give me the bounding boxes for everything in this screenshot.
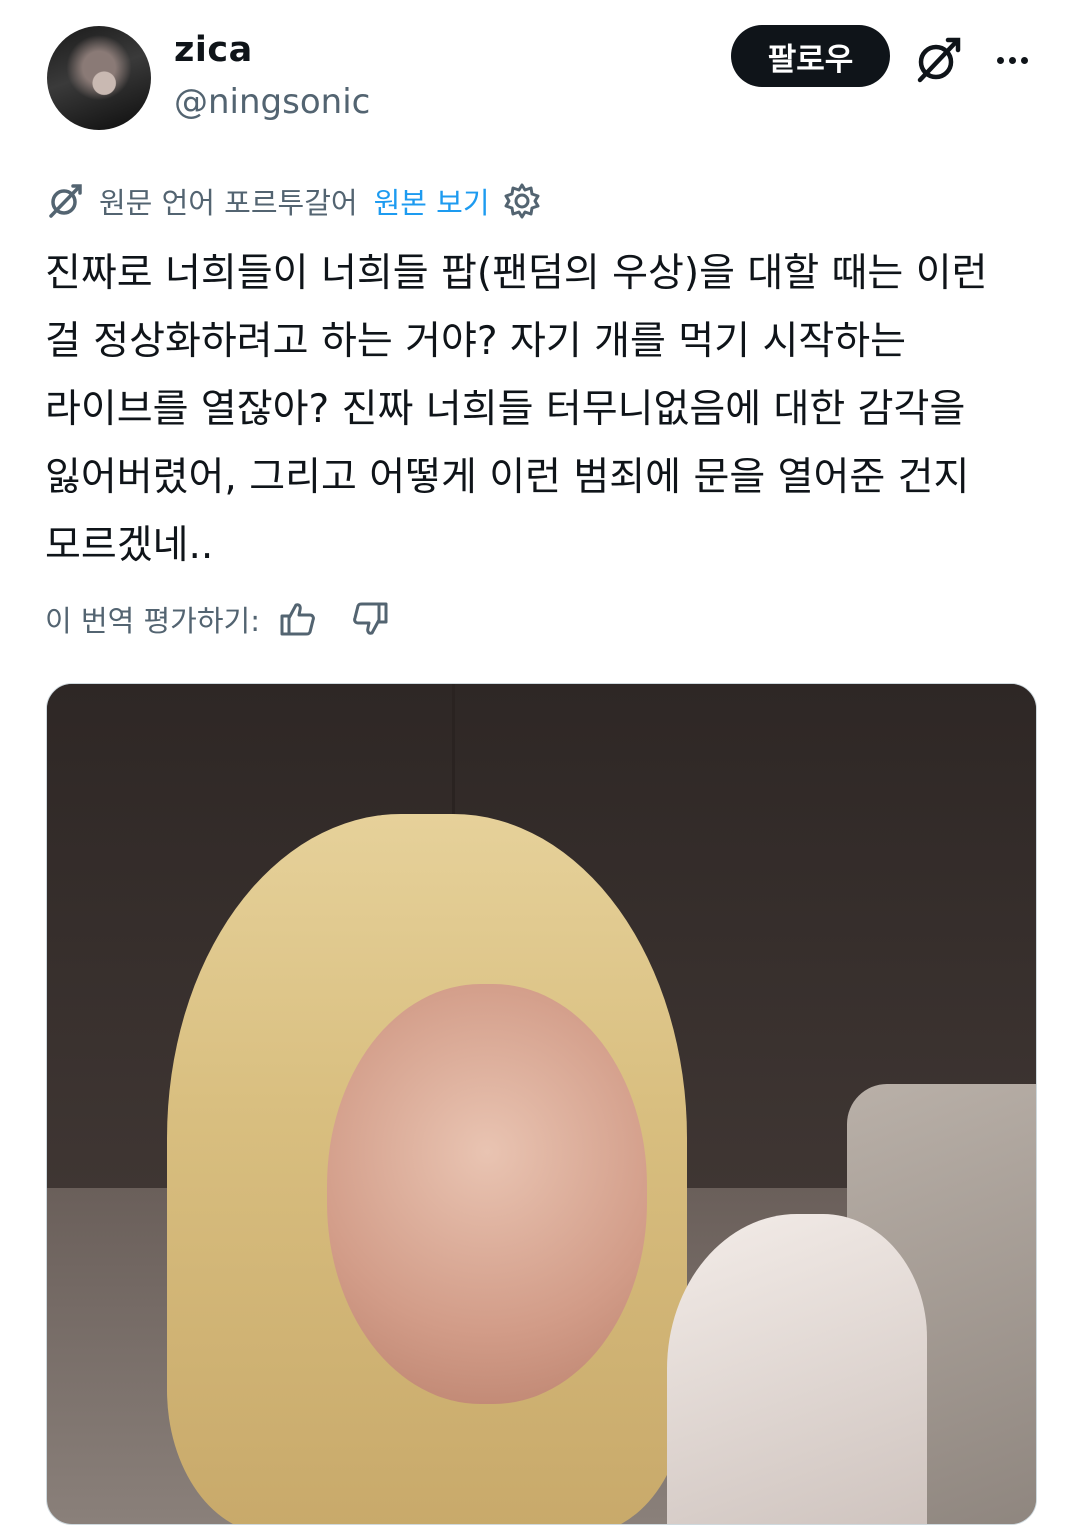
thumbs-up-icon[interactable] bbox=[278, 599, 318, 639]
gear-icon[interactable] bbox=[502, 181, 542, 221]
grok-button[interactable] bbox=[912, 34, 964, 86]
translation-bar: 원문 언어 포르투갈어 원본 보기 bbox=[45, 178, 542, 224]
more-icon-dot bbox=[1008, 56, 1016, 64]
translation-rating: 이 번역 평가하기: bbox=[45, 596, 422, 642]
more-icon-dot bbox=[1020, 56, 1028, 64]
tweet-text: 진짜로 너희들이 너희들 팝(팬덤의 우상)을 대할 때는 이런 걸 정상화하려… bbox=[45, 251, 988, 568]
user-handle[interactable]: @ningsonic bbox=[174, 82, 370, 122]
translate-icon bbox=[49, 184, 82, 218]
white-fabric bbox=[667, 1214, 927, 1524]
grok-icon bbox=[917, 37, 961, 83]
source-language-label: 원문 언어 포르투갈어 bbox=[99, 186, 358, 220]
more-icon-dot bbox=[996, 56, 1004, 64]
thumbs-down-icon[interactable] bbox=[350, 599, 390, 639]
display-name[interactable]: zica bbox=[174, 30, 253, 70]
more-button[interactable] bbox=[990, 38, 1034, 82]
person-face bbox=[327, 984, 647, 1404]
video-media[interactable] bbox=[46, 683, 1037, 1525]
rate-translation-label: 이 번역 평가하기: bbox=[45, 604, 260, 638]
show-original-link[interactable]: 원본 보기 bbox=[374, 180, 490, 222]
follow-button[interactable]: 팔로우 bbox=[731, 25, 890, 87]
avatar[interactable] bbox=[47, 26, 151, 130]
